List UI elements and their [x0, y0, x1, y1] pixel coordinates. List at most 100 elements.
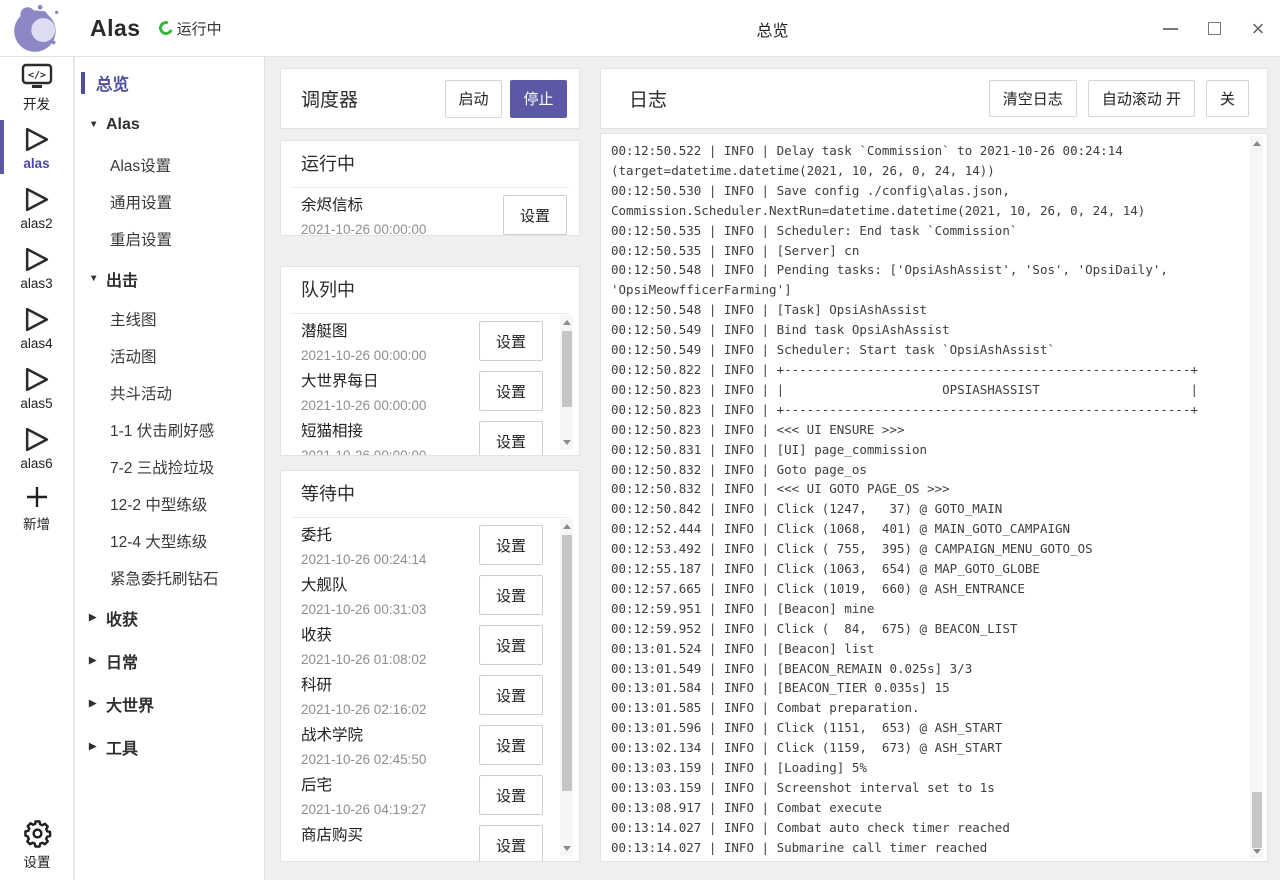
log-line: 00:13:08.917 | INFO | Combat execute: [611, 798, 1247, 818]
scroll-thumb[interactable]: [562, 331, 572, 407]
task-name: 战术学院: [301, 725, 479, 746]
play-icon: [23, 126, 50, 153]
clear-log-button[interactable]: 清空日志: [989, 80, 1077, 117]
nav-item-label: Alas: [106, 116, 140, 134]
log-panel-header: 日志 清空日志 自动滚动 开 关: [600, 68, 1268, 129]
log-line: 00:12:59.951 | INFO | [Beacon] mine: [611, 599, 1247, 619]
nav-item[interactable]: 12-4 大型练级: [75, 522, 264, 559]
task-setting-button[interactable]: 设置: [479, 525, 543, 565]
log-scrollbar[interactable]: [1250, 136, 1263, 859]
nav-item-label: 收获: [106, 606, 138, 630]
alas-logo-icon: [10, 3, 64, 53]
nav-item[interactable]: 收获: [75, 596, 264, 639]
nav-item[interactable]: 通用设置: [75, 183, 264, 220]
rail-item[interactable]: alas2: [0, 177, 73, 237]
log-line: 00:12:59.952 | INFO | Click ( 84, 675) @…: [611, 619, 1247, 639]
log-line: 00:12:50.535 | INFO | Scheduler: End tas…: [611, 221, 1247, 241]
scroll-down-icon[interactable]: [563, 440, 571, 445]
pending-scrollbar[interactable]: [560, 315, 573, 450]
log-line: 00:13:02.134 | INFO | Click (1159, 673) …: [611, 738, 1247, 758]
task-name: 短猫相接: [301, 421, 479, 442]
scroll-up-icon[interactable]: [563, 320, 571, 325]
task-name: 科研: [301, 675, 479, 696]
rail-item[interactable]: </> 开发: [0, 57, 73, 117]
running-title: 运行中: [281, 141, 579, 187]
stop-button[interactable]: 停止: [510, 80, 567, 118]
rail-item-label: alas5: [20, 396, 52, 411]
log-line: 00:13:01.596 | INFO | Click (1151, 653) …: [611, 718, 1247, 738]
minimize-button[interactable]: [1148, 0, 1192, 57]
task-setting-button[interactable]: 设置: [479, 575, 543, 615]
scroll-down-icon[interactable]: [563, 846, 571, 851]
rail-item-settings[interactable]: 设置: [0, 816, 74, 874]
play-icon: [23, 186, 50, 213]
nav-item[interactable]: 主线图: [75, 300, 264, 337]
task-next-run-time: 2021-10-26 00:00:00: [301, 220, 503, 236]
rail-item[interactable]: alas: [0, 117, 73, 177]
nav-item[interactable]: 活动图: [75, 337, 264, 374]
close-button[interactable]: ×: [1236, 0, 1280, 57]
rail-item[interactable]: 新增: [0, 477, 73, 537]
log-line: 00:13:14.027 | INFO | Submarine call tim…: [611, 838, 1247, 858]
task-setting-button[interactable]: 设置: [479, 625, 543, 665]
waiting-scrollbar[interactable]: [560, 519, 573, 856]
task-next-run-time: 2021-10-26 00:24:14: [301, 550, 479, 569]
rail-item[interactable]: alas5: [0, 357, 73, 417]
scroll-up-icon[interactable]: [1253, 141, 1261, 146]
log-line: (target=datetime.datetime(2021, 10, 26, …: [611, 161, 1247, 181]
scroll-thumb[interactable]: [1252, 792, 1262, 848]
nav-item[interactable]: 7-2 三战捡垃圾: [75, 448, 264, 485]
log-off-button[interactable]: 关: [1206, 80, 1249, 117]
task-name: 后宅: [301, 775, 479, 796]
nav-item[interactable]: 紧急委托刷钻石: [75, 559, 264, 596]
task-name: 潜艇图: [301, 321, 479, 342]
autoscroll-toggle-button[interactable]: 自动滚动 开: [1088, 80, 1195, 117]
task-setting-button[interactable]: 设置: [479, 321, 543, 361]
task-row: 委托 2021-10-26 00:24:14 设置: [281, 518, 579, 568]
task-setting-button[interactable]: 设置: [479, 421, 543, 455]
nav-item[interactable]: 总览: [75, 63, 264, 103]
nav-item[interactable]: 1-1 伏击刷好感: [75, 411, 264, 448]
nav-item[interactable]: 重启设置: [75, 220, 264, 257]
app-name: Alas: [90, 15, 141, 42]
scroll-thumb[interactable]: [562, 535, 572, 791]
task-setting-button[interactable]: 设置: [479, 725, 543, 765]
nav-item[interactable]: 12-2 中型练级: [75, 485, 264, 522]
task-setting-button[interactable]: 设置: [479, 675, 543, 715]
task-setting-button[interactable]: 设置: [479, 371, 543, 411]
nav-item[interactable]: 出击: [75, 257, 264, 300]
task-setting-button[interactable]: 设置: [479, 775, 543, 815]
task-name: 商店购买: [301, 825, 479, 846]
maximize-button[interactable]: [1192, 0, 1236, 57]
rail-item[interactable]: alas6: [0, 417, 73, 477]
scroll-up-icon[interactable]: [563, 524, 571, 529]
log-line: 00:12:50.831 | INFO | [UI] page_commissi…: [611, 440, 1247, 460]
nav-item-label: 紧急委托刷钻石: [110, 567, 219, 589]
nav-item[interactable]: Alas: [75, 103, 264, 146]
rail-item[interactable]: alas4: [0, 297, 73, 357]
svg-text:</>: </>: [27, 70, 45, 81]
task-next-run-time: 2021-10-26 00:00:00: [301, 446, 479, 455]
log-line: 00:13:01.549 | INFO | [BEACON_REMAIN 0.0…: [611, 659, 1247, 679]
plus-icon: [24, 484, 50, 510]
nav-item[interactable]: 大世界: [75, 682, 264, 725]
nav-item[interactable]: 共斗活动: [75, 374, 264, 411]
task-setting-button[interactable]: 设置: [503, 195, 567, 235]
nav-item[interactable]: 工具: [75, 725, 264, 768]
log-lines: 00:12:50.522 | INFO | Delay task `Commis…: [601, 134, 1267, 861]
scroll-down-icon[interactable]: [1253, 849, 1261, 854]
rail-item[interactable]: alas3: [0, 237, 73, 297]
rail-item-label: alas: [23, 156, 49, 171]
task-setting-button[interactable]: 设置: [479, 825, 543, 861]
task-name: 余烬信标: [301, 195, 503, 216]
log-line: 00:12:50.548 | INFO | Pending tasks: ['O…: [611, 260, 1247, 280]
log-line: 'OpsiMeowfficerFarming']: [611, 280, 1247, 300]
task-name: 收获: [301, 625, 479, 646]
nav-item[interactable]: 日常: [75, 639, 264, 682]
task-row: 大舰队 2021-10-26 00:31:03 设置: [281, 568, 579, 618]
active-indicator-bar: [0, 120, 4, 174]
log-line: 00:12:50.548 | INFO | [Task] OpsiAshAssi…: [611, 300, 1247, 320]
start-button[interactable]: 启动: [445, 80, 502, 118]
nav-item-label: 工具: [106, 735, 138, 759]
nav-item[interactable]: Alas设置: [75, 146, 264, 183]
